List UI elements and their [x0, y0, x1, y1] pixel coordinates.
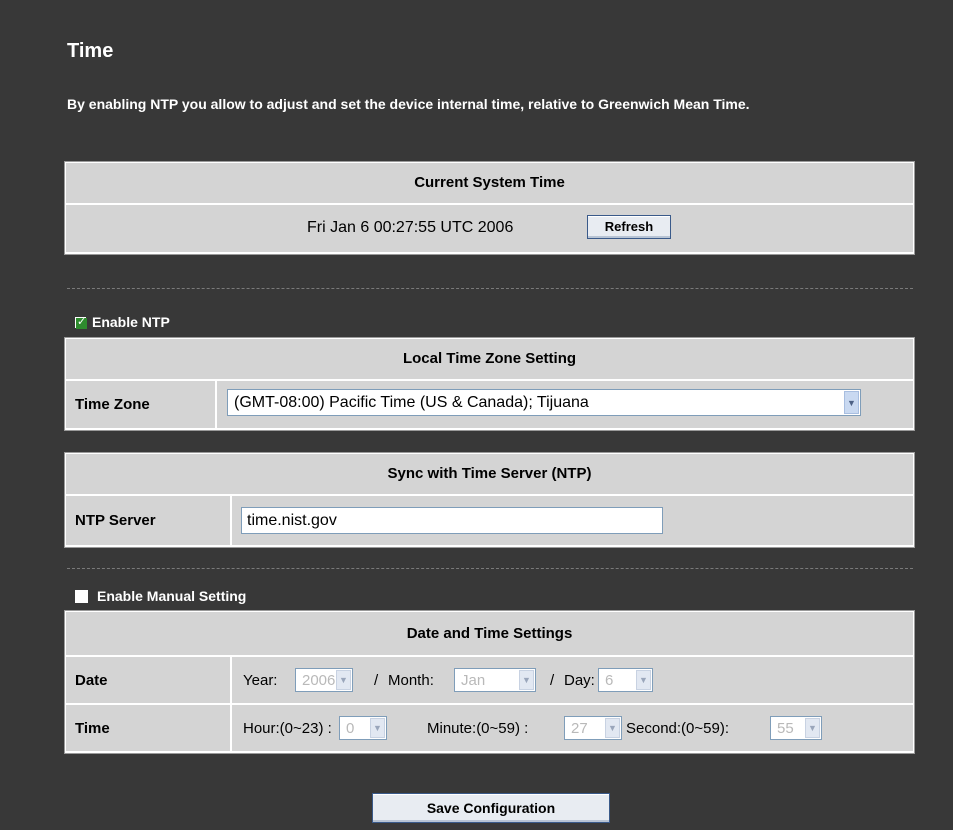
date-label: Date	[75, 671, 108, 689]
ntp-server-header: Sync with Time Server (NTP)	[66, 454, 913, 494]
ntp-server-header-label: Sync with Time Server (NTP)	[387, 465, 592, 482]
chevron-down-icon[interactable]: ▼	[805, 718, 820, 738]
ntp-server-input[interactable]: time.nist.gov	[241, 507, 663, 534]
page-title: Time	[67, 40, 114, 62]
timezone-header-label: Local Time Zone Setting	[402, 350, 577, 367]
chevron-down-icon[interactable]: ▼	[605, 718, 620, 738]
month-select-value: Jan	[461, 671, 486, 689]
timezone-row: Time Zone (GMT-08:00) Pacific Time (US &…	[65, 381, 914, 428]
section-divider-2	[67, 568, 913, 569]
manual-header-label: Date and Time Settings	[406, 625, 573, 642]
chevron-down-icon[interactable]: ▼	[519, 670, 534, 690]
current-time-value: Fri Jan 6 00:27:55 UTC 2006	[307, 219, 514, 236]
month-label: Month:	[388, 672, 434, 689]
current-time-row: Fri Jan 6 00:27:55 UTC 2006 Refresh	[66, 205, 913, 252]
year-label: Year:	[243, 672, 278, 689]
chevron-down-icon[interactable]: ▼	[844, 391, 859, 414]
current-time-table: Current System Time Fri Jan 6 00:27:55 U…	[64, 161, 915, 255]
ntp-server-input-value: time.nist.gov	[247, 511, 337, 529]
time-row: Time Hour:(0~23) : 0 ▼ Minute:(0~59) : 2…	[65, 705, 914, 751]
timezone-label-cell: Time Zone	[66, 381, 215, 428]
ntp-server-label: NTP Server	[75, 512, 156, 529]
enable-manual-label: Enable Manual Setting	[97, 588, 247, 604]
intro-text: By enabling NTP you allow to adjust and …	[67, 96, 750, 112]
minute-label: Minute:(0~59) :	[427, 720, 529, 737]
day-separator: /	[550, 672, 555, 689]
second-select-value: 55	[777, 719, 794, 737]
time-label-cell: Time	[66, 705, 230, 751]
ntp-server-table: Sync with Time Server (NTP) NTP Server t…	[64, 452, 915, 548]
timezone-select[interactable]: (GMT-08:00) Pacific Time (US & Canada); …	[227, 389, 861, 416]
minute-select-value: 27	[571, 719, 588, 737]
manual-header: Date and Time Settings	[66, 612, 913, 655]
year-select[interactable]: 2006 ▼	[295, 668, 353, 692]
section-divider	[67, 288, 913, 289]
second-select[interactable]: 55 ▼	[770, 716, 822, 740]
timezone-label: Time Zone	[75, 396, 150, 413]
day-label: Day:	[564, 672, 595, 689]
second-label: Second:(0~59):	[626, 720, 729, 737]
chevron-down-icon[interactable]: ▼	[636, 670, 651, 690]
check-icon: ✓	[77, 315, 87, 328]
chevron-down-icon[interactable]: ▼	[370, 718, 385, 738]
hour-select[interactable]: 0 ▼	[339, 716, 387, 740]
ntp-server-value-cell: time.nist.gov	[232, 496, 913, 545]
timezone-value-cell: (GMT-08:00) Pacific Time (US & Canada); …	[217, 381, 913, 428]
time-value-cell: Hour:(0~23) : 0 ▼ Minute:(0~59) : 27 ▼ S…	[232, 705, 913, 751]
enable-manual-row: Enable Manual Setting	[75, 588, 246, 604]
chevron-down-icon[interactable]: ▼	[336, 670, 351, 690]
date-value-cell: Year: 2006 ▼ / Month: Jan ▼ / Day: 6 ▼	[232, 657, 913, 703]
minute-select[interactable]: 27 ▼	[564, 716, 622, 740]
day-select[interactable]: 6 ▼	[598, 668, 653, 692]
content-panel: Time By enabling NTP you allow to adjust…	[0, 0, 953, 830]
date-row: Date Year: 2006 ▼ / Month: Jan ▼ / Day: …	[65, 657, 914, 703]
enable-ntp-row: ✓ Enable NTP	[75, 314, 170, 330]
time-label: Time	[75, 719, 110, 737]
date-label-cell: Date	[66, 657, 230, 703]
save-configuration-button[interactable]: Save Configuration	[372, 793, 610, 823]
enable-manual-checkbox[interactable]	[75, 589, 88, 603]
month-separator: /	[374, 672, 379, 689]
enable-ntp-checkbox[interactable]: ✓	[75, 315, 87, 329]
year-select-value: 2006	[302, 671, 336, 689]
timezone-table: Local Time Zone Setting Time Zone (GMT-0…	[64, 337, 915, 431]
current-time-header: Current System Time	[66, 163, 913, 203]
hour-label: Hour:(0~23) :	[243, 720, 332, 737]
hour-select-value: 0	[346, 719, 355, 737]
ntp-server-label-cell: NTP Server	[66, 496, 230, 545]
month-select[interactable]: Jan ▼	[454, 668, 536, 692]
enable-ntp-label: Enable NTP	[92, 314, 170, 330]
manual-table: Date and Time Settings Date Year: 2006 ▼…	[64, 610, 915, 754]
refresh-button[interactable]: Refresh	[587, 215, 671, 239]
ntp-server-row: NTP Server time.nist.gov	[65, 496, 914, 545]
day-select-value: 6	[605, 671, 614, 689]
timezone-select-value: (GMT-08:00) Pacific Time (US & Canada); …	[234, 393, 589, 411]
timezone-header: Local Time Zone Setting	[66, 339, 913, 379]
current-time-header-label: Current System Time	[414, 174, 565, 191]
